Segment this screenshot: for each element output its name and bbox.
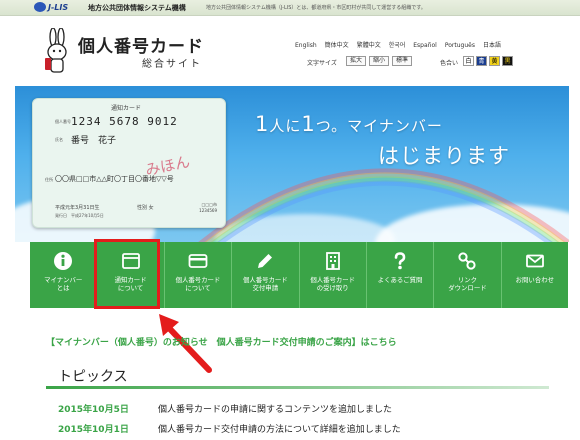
topic-text[interactable]: 個人番号カードの申請に関するコンテンツを追加しました — [158, 405, 392, 415]
topic-date: 2015年10月1日 — [58, 425, 129, 435]
nav-label-line2: について — [185, 284, 211, 292]
fontsize-label: 文字サイズ — [307, 60, 337, 67]
hero-headline-mynumber: つ。マイナンバー — [315, 117, 443, 135]
nav-label-line2: ダウンロード — [448, 284, 487, 292]
card-header: 通知カード — [111, 105, 142, 112]
nav-item-card-application[interactable]: 個人番号カード 交付申請 — [232, 242, 300, 308]
site-header: 個人番号カード 総合サイト English 簡体中文 繁體中文 한국어 Español P… — [0, 16, 580, 84]
nav-label-line1: 個人番号カード — [175, 276, 221, 284]
color-blue-button[interactable]: 青 — [476, 56, 487, 66]
nav-label-line1: リンク — [457, 276, 478, 284]
hero-headline-person: 人に — [269, 117, 302, 135]
card-address-label: 住所 — [45, 177, 53, 182]
mynumber-notice-link[interactable]: 【マイナンバー（個人番号）のお知らせ 個人番号カード交付申請のご案内】はこちら — [46, 335, 397, 348]
site-title[interactable]: 個人番号カード — [78, 32, 204, 57]
jlis-mark-icon — [34, 2, 46, 12]
hero-headline: 1人に1つ。マイナンバー — [255, 112, 443, 136]
lang-japanese[interactable]: 日本語 — [483, 42, 501, 49]
mail-icon — [525, 254, 544, 268]
lang-simplified-chinese[interactable]: 簡体中文 — [325, 42, 349, 49]
nav-label-line1: お問い合わせ — [515, 276, 554, 284]
org-description: 地方公共団体情報システム機構（J-LIS）とは、都道府県・市区町村が共同して運営… — [206, 5, 426, 11]
nav-label-line2: 交付申請 — [252, 284, 279, 292]
language-menu: English 簡体中文 繁體中文 한국어 Español Português 日本語 — [295, 40, 509, 49]
card-sex-label: 性別 — [137, 205, 148, 211]
building-icon — [325, 252, 340, 270]
annotation-highlight-box — [94, 239, 160, 309]
nav-item-contact[interactable]: お問い合わせ — [502, 242, 568, 308]
lang-spanish[interactable]: Español — [413, 42, 437, 49]
color-yellow-button[interactable]: 黄 — [489, 56, 500, 66]
card-address: 〇〇県□□市△△町〇丁目〇番地▽▽号 — [55, 175, 174, 183]
card-icon — [188, 254, 208, 268]
jlis-logo-text: J-LIS — [48, 3, 69, 12]
card-number: 1234 5678 9012 — [71, 115, 178, 128]
nav-item-links-download[interactable]: リンク ダウンロード — [434, 242, 502, 308]
nav-label-line1: よくあるご質問 — [377, 276, 423, 284]
lang-english[interactable]: English — [295, 42, 317, 49]
topic-text[interactable]: 個人番号カード交付申請の方法について詳細を追加しました — [158, 425, 401, 435]
fontsize-enlarge-button[interactable]: 拡大 — [346, 56, 366, 66]
org-name: 地方公共団体情報システム機構 — [88, 4, 186, 12]
topics-divider — [46, 386, 549, 389]
nav-label-line2: の受け取り — [316, 284, 349, 292]
hero-headline-line2: はじまります — [378, 144, 510, 168]
topic-row[interactable]: 2015年10月5日 個人番号カードの申請に関するコンテンツを追加しました — [58, 402, 392, 415]
page: J-LIS 地方公共団体情報システム機構 地方公共団体情報システム機構（J-LI… — [0, 0, 580, 440]
nav-item-faq[interactable]: よくあるご質問 — [367, 242, 435, 308]
color-black-button[interactable]: 黒 — [502, 56, 513, 66]
card-sex-value: 女 — [148, 205, 154, 211]
nav-label-line1: 個人番号カード — [242, 276, 288, 284]
rabbit-mascot-icon[interactable] — [44, 28, 70, 74]
card-sex: 性別 女 — [137, 204, 154, 211]
question-icon — [394, 252, 406, 270]
lang-traditional-chinese[interactable]: 繁體中文 — [357, 42, 381, 49]
nav-label-line2: とは — [56, 284, 70, 292]
lang-korean[interactable]: 한국어 — [389, 42, 406, 49]
hero-headline-one-2: 1 — [301, 112, 316, 136]
color-label: 色合い — [440, 60, 459, 67]
hero-headline-one: 1 — [255, 112, 270, 136]
hero-banner: 通知カード 個人番号 1234 5678 9012 氏名 番号 花子 みほん 住… — [15, 86, 569, 242]
site-subtitle: 総合サイト — [142, 59, 202, 70]
top-strip: J-LIS 地方公共団体情報システム機構 地方公共団体情報システム機構（J-LI… — [0, 0, 580, 16]
topic-row[interactable]: 2015年10月1日 個人番号カード交付申請の方法について詳細を追加しました — [58, 422, 401, 435]
notification-card-sample: 通知カード 個人番号 1234 5678 9012 氏名 番号 花子 みほん 住… — [32, 98, 226, 228]
topic-date: 2015年10月5日 — [58, 405, 129, 415]
nav-label-line1: マイナンバー — [44, 276, 83, 284]
card-name: 番号 花子 — [71, 136, 117, 146]
topics-heading: トピックス — [58, 369, 128, 385]
card-birth: 平成元年3月31日生 — [55, 205, 100, 211]
card-issue-date: 発行日 平成27年10月5日 — [55, 213, 104, 218]
color-white-button[interactable]: 白 — [463, 56, 474, 66]
card-number-label: 個人番号 — [55, 119, 71, 124]
card-issuer-box: □□□市 1234569 — [199, 202, 217, 213]
card-name-label: 氏名 — [55, 137, 63, 142]
fontsize-reduce-button[interactable]: 縮小 — [369, 56, 389, 66]
fontsize-standard-button[interactable]: 標準 — [392, 56, 412, 66]
nav-item-about-mynumber[interactable]: マイナンバー とは — [30, 242, 98, 308]
link-icon — [458, 252, 477, 270]
pencil-icon — [258, 254, 273, 268]
info-icon — [54, 252, 73, 270]
jlis-logo[interactable]: J-LIS — [34, 2, 68, 12]
lang-portuguese[interactable]: Português — [445, 42, 475, 49]
nav-item-mynumber-card[interactable]: 個人番号カード について — [165, 242, 233, 308]
nav-label-line1: 個人番号カード — [310, 276, 356, 284]
nav-item-card-receipt[interactable]: 個人番号カード の受け取り — [300, 242, 367, 308]
